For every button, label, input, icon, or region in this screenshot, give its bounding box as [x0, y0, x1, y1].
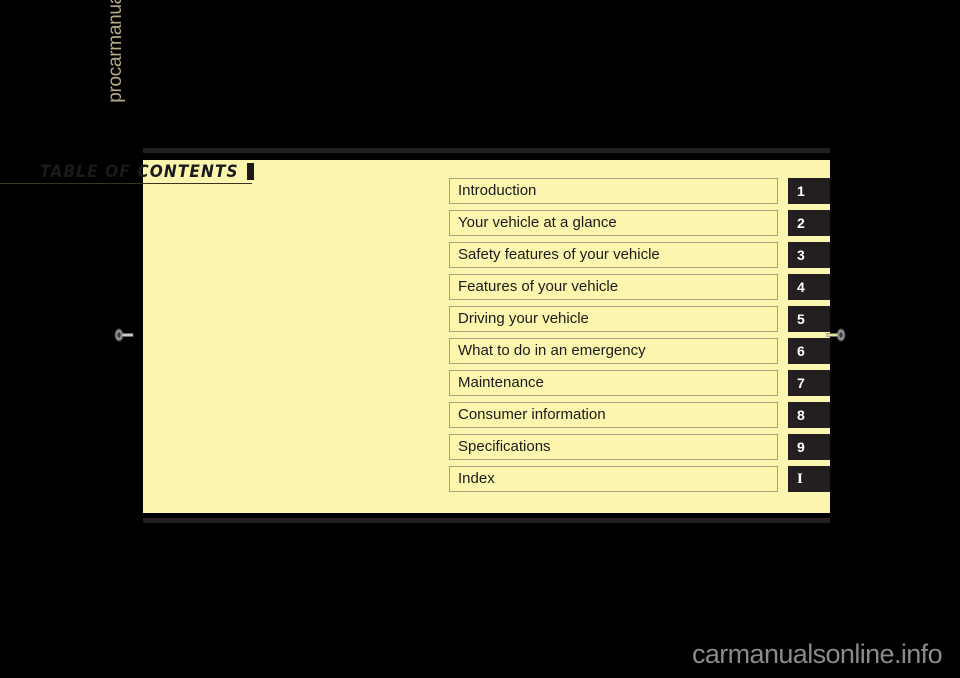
page-title: TABLE OF CONTENTS — [40, 162, 239, 181]
toc-entry-label[interactable]: What to do in an emergency — [449, 338, 778, 364]
toc-entry[interactable]: Maintenance 7 — [449, 370, 830, 396]
toc-entry-label[interactable]: Driving your vehicle — [449, 306, 778, 332]
toc-entry-label[interactable]: Consumer information — [449, 402, 778, 428]
toc-entry-tab[interactable]: I — [788, 466, 830, 492]
toc-entry-tab[interactable]: 5 — [788, 306, 830, 332]
toc-entry-tab[interactable]: 1 — [788, 178, 830, 204]
toc-entry-tab[interactable]: 2 — [788, 210, 830, 236]
toc-entry-label[interactable]: Features of your vehicle — [449, 274, 778, 300]
toc-entry[interactable]: Safety features of your vehicle 3 — [449, 242, 830, 268]
toc-entry[interactable]: Your vehicle at a glance 2 — [449, 210, 830, 236]
toc-entry-tab[interactable]: 9 — [788, 434, 830, 460]
watermark-carmanualsonline: carmanualsonline.info — [691, 639, 943, 669]
table-of-contents-list: Introduction 1 Your vehicle at a glance 2 Sa… — [449, 178, 830, 498]
table-of-contents-heading: TABLE OF CONTENTS — [0, 150, 255, 190]
page-bottom-rule — [143, 518, 830, 523]
toc-entry-label[interactable]: Maintenance — [449, 370, 778, 396]
toc-entry-label[interactable]: Introduction — [449, 178, 778, 204]
toc-entry[interactable]: Introduction 1 — [449, 178, 830, 204]
binding-pin-left-icon — [110, 322, 136, 348]
toc-entry-tab[interactable]: 7 — [788, 370, 830, 396]
heading-block-marker — [247, 163, 254, 180]
toc-entry-label[interactable]: Index — [449, 466, 778, 492]
toc-entry[interactable]: Driving your vehicle 5 — [449, 306, 830, 332]
heading-underline — [0, 182, 252, 184]
toc-entry-tab[interactable]: 3 — [788, 242, 830, 268]
toc-entry[interactable]: Index I — [449, 466, 830, 492]
toc-entry-label[interactable]: Specifications — [449, 434, 778, 460]
toc-entry[interactable]: Consumer information 8 — [449, 402, 830, 428]
toc-entry-tab[interactable]: 8 — [788, 402, 830, 428]
toc-entry[interactable]: Features of your vehicle 4 — [449, 274, 830, 300]
toc-entry[interactable]: What to do in an emergency 6 — [449, 338, 830, 364]
toc-entry-tab[interactable]: 6 — [788, 338, 830, 364]
toc-entry-label[interactable]: Safety features of your vehicle — [449, 242, 778, 268]
toc-entry-label[interactable]: Your vehicle at a glance — [449, 210, 778, 236]
toc-entry[interactable]: Specifications 9 — [449, 434, 830, 460]
toc-entry-tab[interactable]: 4 — [788, 274, 830, 300]
